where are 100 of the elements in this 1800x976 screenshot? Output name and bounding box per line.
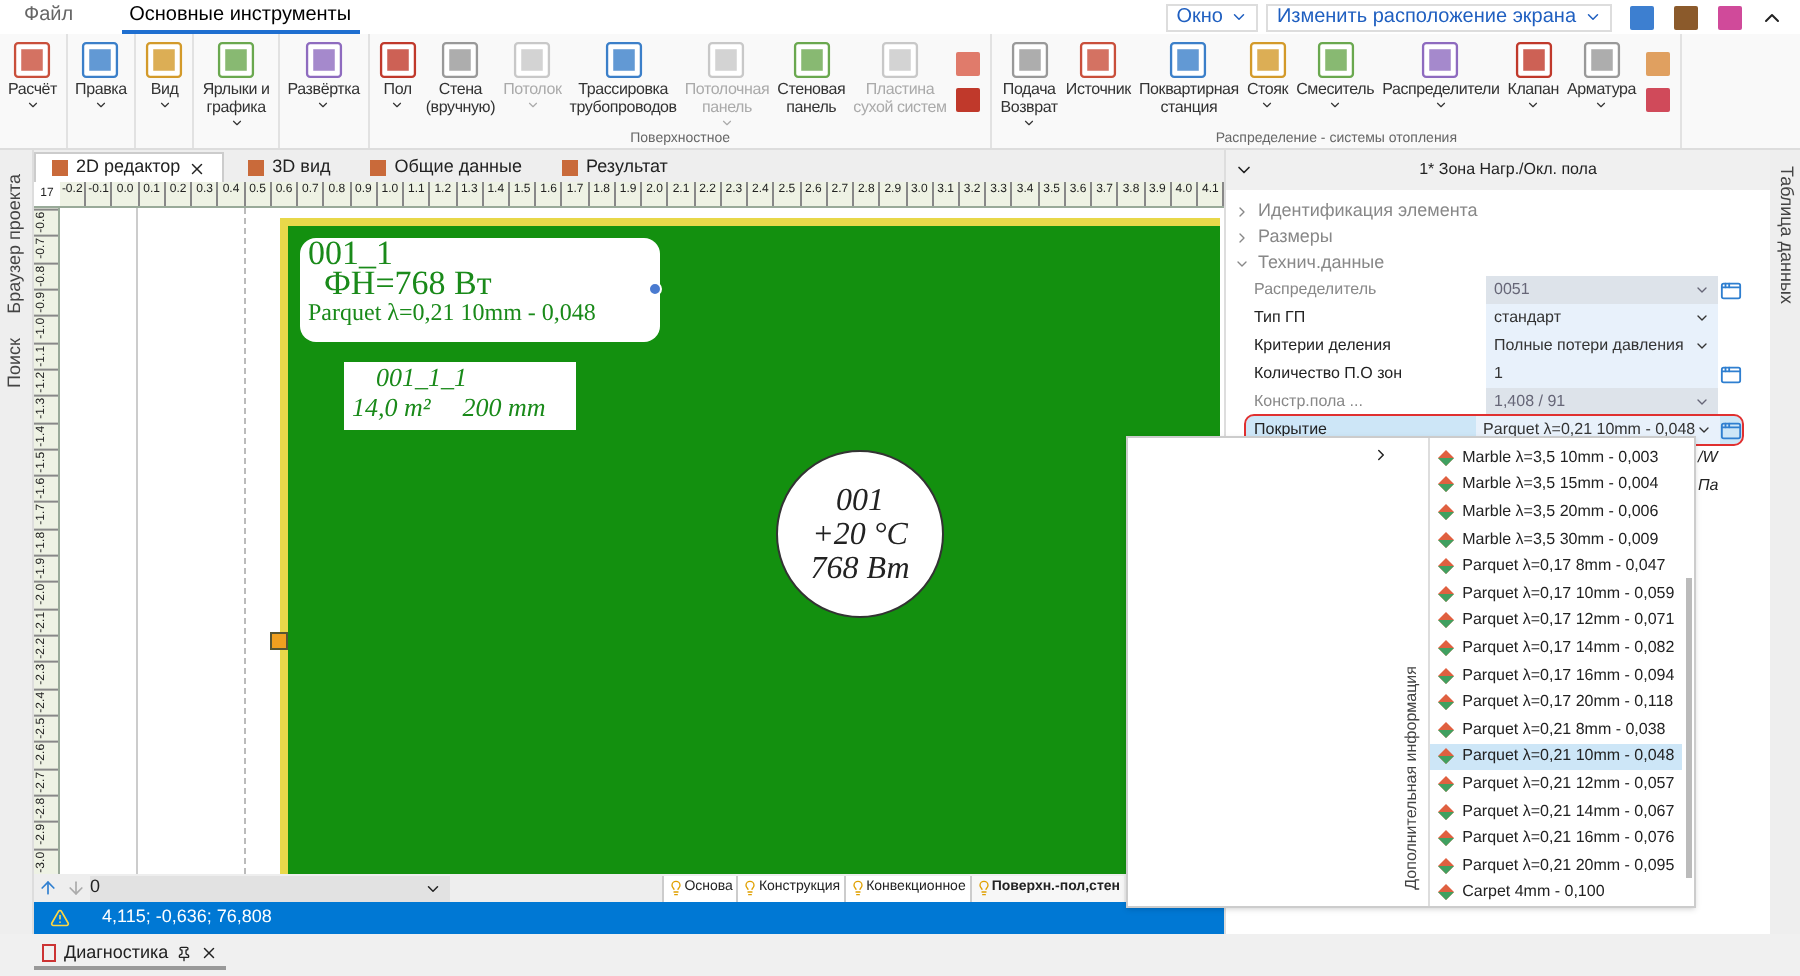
dropdown-option[interactable]: Parquet λ=0,17 16mm - 0,094 [1430, 661, 1683, 689]
caret-icon [1022, 116, 1037, 130]
document-tab[interactable]: 2D редактор [34, 152, 225, 182]
layer-icon [1438, 694, 1455, 711]
dropdown-option[interactable]: Carpet 4mm - 0,100 [1430, 879, 1683, 907]
ribbon-button[interactable]: Вид [140, 34, 189, 148]
tool-icon[interactable] [1672, 3, 1700, 31]
dropdown-option[interactable]: Parquet λ=0,21 16mm - 0,076 [1430, 824, 1683, 852]
ribbon-button[interactable]: Развёртка [283, 34, 364, 148]
pin-icon[interactable] [176, 945, 193, 961]
panel-title: 1* Зона Нагр./Окл. пола [1417, 158, 1599, 182]
window-menu[interactable]: Окно [1166, 3, 1259, 31]
dropdown-option[interactable]: Marble λ=3,5 30mm - 0,009 [1430, 525, 1683, 553]
tool-icon[interactable] [1628, 3, 1656, 31]
layer-icon [1438, 531, 1455, 548]
tool-icon[interactable] [954, 50, 983, 78]
ribbon-button[interactable]: Правка [71, 34, 131, 148]
document-icon [562, 159, 578, 175]
close-icon[interactable] [200, 944, 219, 962]
ribbon-button[interactable]: Подача Возврат [996, 34, 1062, 130]
ribbon-button[interactable]: Поквартирная станция [1134, 34, 1243, 130]
caret-icon [316, 98, 331, 112]
property-value: Па [1698, 474, 1719, 498]
tool-icon [216, 40, 257, 80]
dropdown-option[interactable]: Parquet λ=0,17 10mm - 0,059 [1430, 579, 1683, 608]
layer-select[interactable]: 0 [90, 875, 450, 901]
layer-icon [1438, 667, 1455, 684]
panel-tab[interactable]: Диагностика [34, 939, 227, 971]
ribbon-button[interactable]: Клапан [1503, 34, 1564, 130]
window-icon[interactable] [1719, 419, 1742, 441]
tool-icon [1315, 40, 1356, 80]
tool-icon [879, 40, 920, 80]
layer-icon [1438, 884, 1455, 901]
dropdown-option[interactable]: Parquet λ=0,17 8mm - 0,047 [1430, 552, 1683, 580]
ribbon-button[interactable]: Стояк [1242, 34, 1293, 130]
coordinates: 4,115; -0,636; 76,808 [102, 904, 272, 931]
document-tab[interactable]: Результат [546, 152, 684, 182]
dropdown-option[interactable]: Parquet λ=0,21 8mm - 0,038 [1430, 715, 1683, 744]
document-icon [370, 159, 387, 175]
dropdown-option[interactable]: Parquet λ=0,21 10mm - 0,048 [1430, 743, 1683, 771]
tool-icon [791, 40, 832, 80]
ribbon-button[interactable]: Трассировка трубопроводов [565, 34, 681, 130]
ribbon-button[interactable]: Пол [373, 34, 422, 130]
property-row[interactable]: Критерии деления Полные потери давления [1246, 332, 1742, 360]
document-icon [42, 944, 56, 962]
caret-icon [1433, 98, 1448, 112]
ribbon-button[interactable]: Ярлыки и графика [198, 34, 274, 148]
dock-tab[interactable]: Браузер проекта [2, 174, 30, 314]
dropdown-option[interactable]: Parquet λ=0,21 14mm - 0,067 [1430, 797, 1683, 825]
dropdown-option[interactable]: Parquet λ=0,17 20mm - 0,118 [1430, 688, 1683, 716]
side-tab[interactable]: Дополнительная информация [1400, 666, 1425, 890]
layer-icon [1438, 449, 1455, 466]
tool-icon [144, 40, 185, 80]
window-icon[interactable] [1719, 363, 1741, 385]
ribbon-button[interactable]: Стеновая панель [773, 34, 850, 130]
document-icon [52, 160, 68, 176]
layer-icon [1438, 585, 1455, 602]
document-tab[interactable]: 3D вид [232, 152, 347, 182]
dropdown-option[interactable]: Parquet λ=0,17 12mm - 0,071 [1430, 607, 1683, 635]
tool-icon [1078, 40, 1119, 80]
ribbon-button[interactable]: Смеситель [1292, 34, 1379, 130]
dropdown-option[interactable]: Parquet λ=0,21 12mm - 0,057 [1430, 770, 1683, 798]
dropdown-option[interactable]: Marble λ=3,5 15mm - 0,004 [1430, 471, 1683, 499]
dock-tab[interactable]: Поиск [2, 337, 30, 388]
tool-icon [1420, 40, 1461, 80]
ribbon-button[interactable]: Расчёт [4, 34, 62, 148]
dropdown-option[interactable]: Marble λ=3,5 20mm - 0,006 [1430, 498, 1683, 526]
tool-icon[interactable] [1644, 86, 1673, 114]
menu-tab[interactable]: Файл [16, 0, 82, 34]
dropdown-option[interactable]: Parquet λ=0,17 14mm - 0,082 [1430, 634, 1683, 662]
ribbon-button[interactable]: Арматура [1563, 34, 1641, 130]
dock-tab[interactable]: Таблица данных [1771, 166, 1799, 304]
section-header[interactable]: Технич.данные [1226, 250, 1770, 276]
layer-icon [1438, 503, 1455, 520]
dropdown-option[interactable]: Marble λ=3,5 10mm - 0,003 [1430, 444, 1683, 472]
property-value: /W [1698, 446, 1718, 470]
section-header[interactable]: Размеры [1226, 224, 1770, 250]
scrollbar-thumb[interactable] [1685, 578, 1692, 878]
layer-icon [1438, 558, 1455, 575]
tool-icon [512, 40, 553, 80]
document-tab[interactable]: Общие данные [354, 152, 538, 182]
ribbon-button[interactable]: Источник [1061, 34, 1135, 130]
bulb-icon [975, 880, 992, 896]
tool-icon[interactable] [1716, 3, 1744, 31]
tool-icon [377, 40, 418, 80]
dropdown-option[interactable]: Parquet λ=0,21 20mm - 0,095 [1430, 851, 1683, 879]
document-icon [248, 159, 265, 175]
layer-icon [1438, 748, 1455, 765]
tool-icon[interactable] [954, 86, 983, 114]
ribbon-button[interactable]: Стена (вручную) [421, 34, 500, 130]
layout-menu[interactable]: Изменить расположение экрана [1266, 3, 1612, 31]
close-icon[interactable] [188, 159, 207, 177]
arrow-up-icon[interactable] [38, 878, 58, 898]
property-row[interactable]: Тип ГП стандарт [1246, 304, 1742, 332]
caret-icon [1328, 98, 1343, 112]
caret-icon [1260, 98, 1275, 112]
property-row[interactable]: Количество П.О зон 1 [1246, 360, 1742, 388]
section-header[interactable]: Идентификация элемента [1226, 198, 1770, 224]
ribbon-button[interactable]: Распределители [1378, 34, 1504, 130]
layer-icon [1438, 803, 1455, 820]
